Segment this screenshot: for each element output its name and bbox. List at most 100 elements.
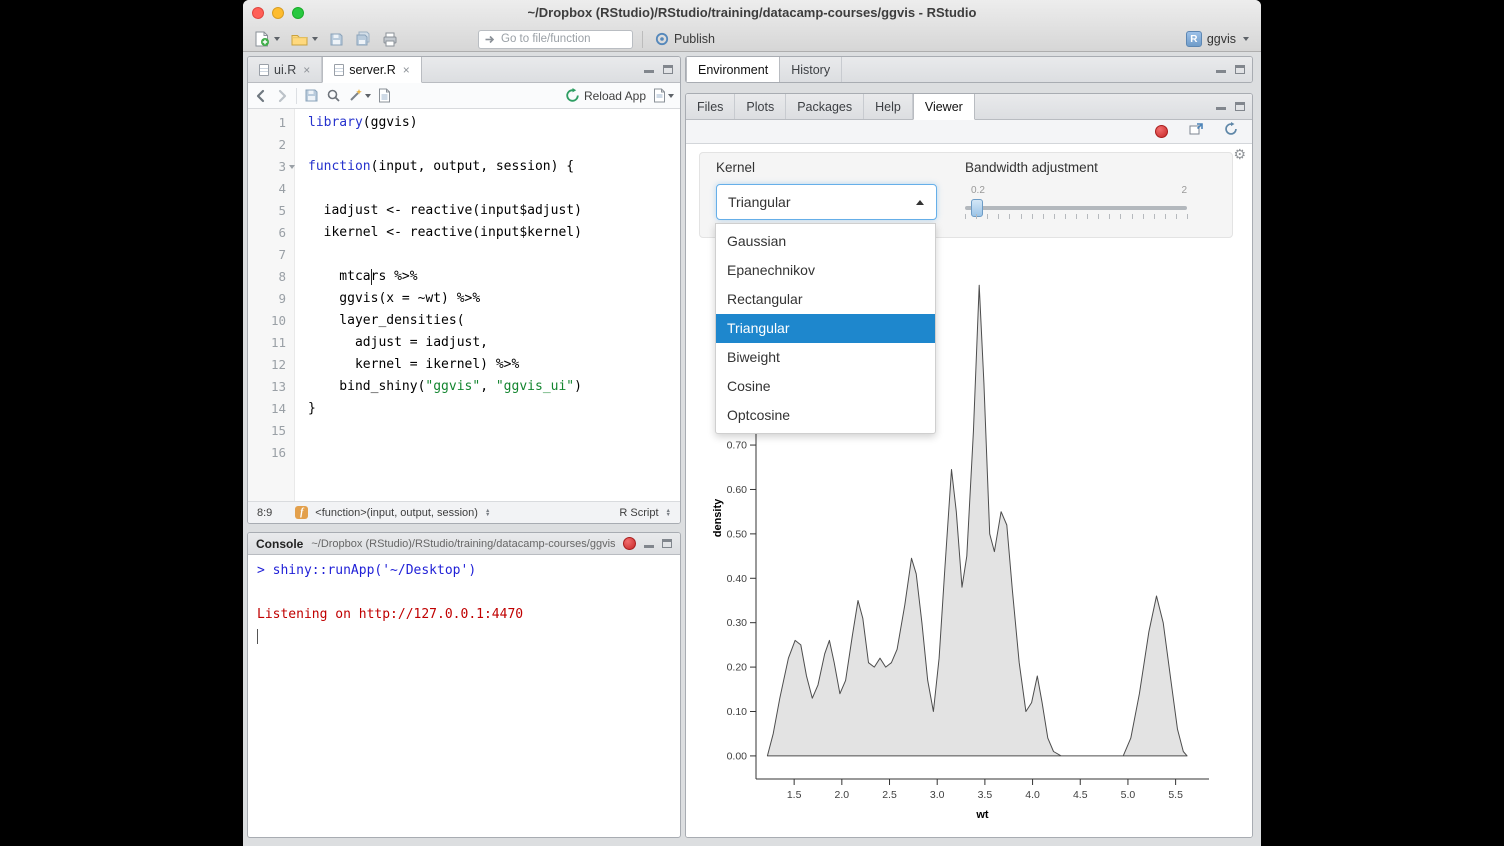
code-text[interactable]: iadjust <- reactive(input$adjust) — [294, 200, 680, 222]
console-title[interactable]: Console — [256, 537, 303, 551]
scope-context[interactable]: <function>(input, output, session) — [315, 507, 478, 519]
close-tab-icon[interactable]: × — [303, 63, 310, 77]
workspace: ui.R×server.R× — [243, 52, 1261, 846]
env-tab-history[interactable]: History — [780, 57, 842, 82]
code-text[interactable] — [294, 178, 680, 200]
editor-tab-server-r[interactable]: server.R× — [322, 57, 422, 83]
gear-icon[interactable]: ⚙ — [1233, 146, 1246, 163]
env-tab-environment[interactable]: Environment — [686, 57, 780, 83]
maximize-pane-icon[interactable] — [1235, 102, 1245, 111]
code-editor[interactable]: 1library(ggvis)23function(input, output,… — [248, 109, 680, 501]
slider-tick — [1032, 214, 1033, 219]
find-button[interactable] — [326, 88, 341, 103]
close-window-button[interactable] — [252, 7, 264, 19]
minimize-pane-icon[interactable] — [644, 65, 654, 73]
zoom-window-button[interactable] — [292, 7, 304, 19]
code-line-3[interactable]: 3function(input, output, session) { — [248, 156, 680, 178]
minimize-pane-icon[interactable] — [1216, 65, 1226, 73]
kernel-option-biweight[interactable]: Biweight — [716, 343, 935, 372]
back-button[interactable] — [254, 89, 268, 103]
code-line-2[interactable]: 2 — [248, 134, 680, 156]
minimize-pane-icon[interactable] — [644, 540, 654, 548]
new-file-button[interactable] — [251, 29, 283, 49]
viewer-tab-viewer[interactable]: Viewer — [913, 94, 975, 120]
forward-button[interactable] — [275, 89, 289, 103]
save-button[interactable] — [326, 30, 347, 49]
kernel-option-rectangular[interactable]: Rectangular — [716, 285, 935, 314]
slider-track[interactable] — [965, 206, 1187, 210]
code-text[interactable]: library(ggvis) — [294, 112, 680, 134]
code-text[interactable] — [294, 442, 680, 464]
maximize-pane-icon[interactable] — [663, 65, 673, 74]
code-text[interactable] — [294, 420, 680, 442]
run-options-button[interactable] — [653, 88, 674, 103]
kernel-select[interactable]: Triangular — [716, 184, 937, 220]
project-menu-button[interactable]: R ggvis — [1186, 31, 1253, 47]
viewer-tab-plots[interactable]: Plots — [735, 94, 786, 119]
code-text[interactable] — [294, 244, 680, 266]
file-type-selector-icon[interactable]: ▲▼ — [666, 509, 671, 517]
code-line-10[interactable]: 10 layer_densities( — [248, 310, 680, 332]
code-text[interactable]: ggvis(x = ~wt) %>% — [294, 288, 680, 310]
minimize-pane-icon[interactable] — [1216, 102, 1226, 110]
save-all-button[interactable] — [352, 29, 374, 49]
viewer-tab-files[interactable]: Files — [686, 94, 735, 119]
goto-input[interactable] — [501, 33, 621, 45]
reload-icon — [565, 88, 580, 103]
kernel-option-gaussian[interactable]: Gaussian — [716, 227, 935, 256]
code-line-4[interactable]: 4 — [248, 178, 680, 200]
reload-app-button[interactable]: Reload App — [565, 88, 646, 103]
code-text[interactable]: mtcars %>% — [294, 266, 680, 288]
code-line-14[interactable]: 14} — [248, 398, 680, 420]
code-text[interactable]: kernel = ikernel) %>% — [294, 354, 680, 376]
code-text[interactable]: adjust = iadjust, — [294, 332, 680, 354]
refresh-viewer-button[interactable] — [1224, 122, 1238, 141]
open-file-button[interactable] — [288, 30, 321, 48]
scope-selector-icon[interactable]: ▲▼ — [485, 509, 490, 517]
maximize-pane-icon[interactable] — [1235, 65, 1245, 74]
file-type[interactable]: R Script — [619, 507, 658, 519]
stop-icon[interactable] — [623, 537, 636, 550]
viewer-tab-packages[interactable]: Packages — [786, 94, 864, 119]
code-line-15[interactable]: 15 — [248, 420, 680, 442]
close-tab-icon[interactable]: × — [403, 63, 410, 77]
viewer-tab-help[interactable]: Help — [864, 94, 913, 119]
code-text[interactable]: function(input, output, session) { — [294, 156, 680, 178]
code-line-13[interactable]: 13 bind_shiny("ggvis", "ggvis_ui") — [248, 376, 680, 398]
goto-file-search[interactable] — [478, 30, 633, 49]
editor-tab-ui-r[interactable]: ui.R× — [248, 57, 322, 82]
code-line-9[interactable]: 9 ggvis(x = ~wt) %>% — [248, 288, 680, 310]
save-button[interactable] — [304, 88, 319, 103]
code-line-16[interactable]: 16 — [248, 442, 680, 464]
kernel-option-optcosine[interactable]: Optcosine — [716, 401, 935, 430]
bandwidth-slider[interactable]: 0.2 2 — [965, 177, 1187, 227]
kernel-option-epanechnikov[interactable]: Epanechnikov — [716, 256, 935, 285]
code-text[interactable] — [294, 134, 680, 156]
compile-report-button[interactable] — [378, 88, 391, 103]
line-number: 12 — [248, 354, 294, 376]
code-text[interactable]: bind_shiny("ggvis", "ggvis_ui") — [294, 376, 680, 398]
kernel-option-triangular[interactable]: Triangular — [716, 314, 935, 343]
code-line-7[interactable]: 7 — [248, 244, 680, 266]
new-window-icon — [1189, 123, 1203, 136]
code-text[interactable]: layer_densities( — [294, 310, 680, 332]
console-prompt-line[interactable] — [257, 626, 671, 648]
open-in-new-window-button[interactable] — [1189, 123, 1203, 141]
minimize-window-button[interactable] — [272, 7, 284, 19]
code-line-6[interactable]: 6 ikernel <- reactive(input$kernel) — [248, 222, 680, 244]
code-line-8[interactable]: 8 mtcars %>% — [248, 266, 680, 288]
stop-app-icon[interactable] — [1155, 125, 1168, 138]
code-line-12[interactable]: 12 kernel = ikernel) %>% — [248, 354, 680, 376]
code-text[interactable]: } — [294, 398, 680, 420]
code-line-11[interactable]: 11 adjust = iadjust, — [248, 332, 680, 354]
code-line-1[interactable]: 1library(ggvis) — [248, 112, 680, 134]
code-tools-button[interactable] — [348, 88, 371, 103]
maximize-pane-icon[interactable] — [662, 539, 672, 548]
publish-button[interactable]: Publish — [652, 30, 718, 48]
code-line-5[interactable]: 5 iadjust <- reactive(input$adjust) — [248, 200, 680, 222]
kernel-option-cosine[interactable]: Cosine — [716, 372, 935, 401]
code-text[interactable]: ikernel <- reactive(input$kernel) — [294, 222, 680, 244]
slider-tick — [1054, 214, 1055, 219]
print-button[interactable] — [379, 30, 401, 49]
console-output[interactable]: > shiny::runApp('~/Desktop')Listening on… — [248, 555, 680, 653]
